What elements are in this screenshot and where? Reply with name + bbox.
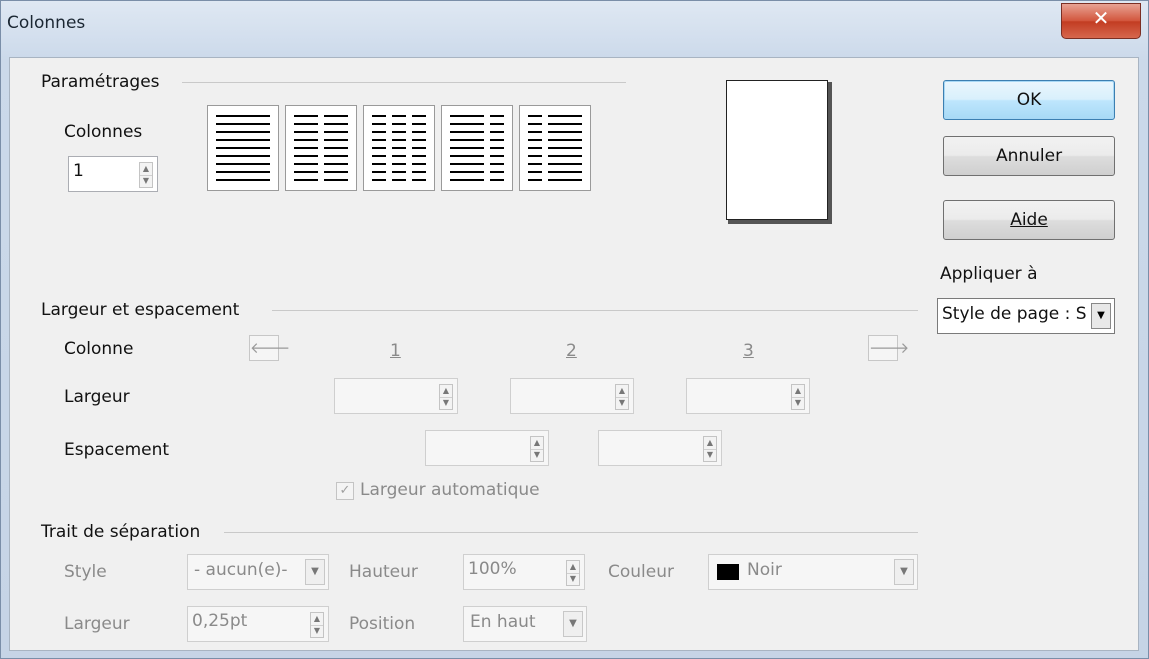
separator-width-label: Largeur: [64, 614, 130, 634]
separator-style-value: - aucun(e)-: [194, 560, 288, 580]
separator-width-spinbox[interactable]: 0,25pt ▲ ▼: [187, 606, 329, 642]
separator-divider: [224, 532, 918, 533]
cancel-button[interactable]: Annuler: [943, 136, 1115, 176]
separator-position-select[interactable]: En haut ▼: [463, 606, 587, 642]
width-col1-spinbox[interactable]: ▲ ▼: [334, 378, 458, 414]
auto-width-label: Largeur automatique: [360, 480, 540, 500]
separator-height-label: Hauteur: [349, 562, 418, 582]
column-number-2: 2: [566, 341, 577, 361]
width-col3-spin-arrows[interactable]: ▲ ▼: [791, 384, 805, 410]
separator-color-select[interactable]: Noir ▼: [708, 554, 918, 590]
spacing-2-spin-arrows[interactable]: ▲ ▼: [703, 436, 717, 462]
spacing-label: Espacement: [64, 440, 170, 460]
preset-two-columns-left-wide[interactable]: [441, 105, 513, 191]
help-button-label: Aide: [1010, 210, 1048, 230]
help-button[interactable]: Aide: [943, 200, 1115, 240]
separator-color-value: Noir: [747, 560, 782, 580]
preset-three-columns[interactable]: [363, 105, 435, 191]
spin-down-icon[interactable]: ▼: [311, 625, 323, 637]
color-swatch: [717, 564, 739, 580]
columns-label: Colonnes: [64, 122, 143, 142]
ok-button[interactable]: OK: [943, 80, 1115, 120]
width-col2-spin-arrows[interactable]: ▲ ▼: [615, 384, 629, 410]
chevron-down-icon[interactable]: ▼: [305, 559, 325, 585]
apply-to-select[interactable]: Style de page : S ▼: [937, 298, 1115, 334]
title-bar[interactable]: Colonnes ✕: [1, 1, 1148, 57]
apply-to-value: Style de page : S: [942, 304, 1087, 324]
separator-position-value: En haut: [470, 612, 536, 632]
separator-height-spin-arrows[interactable]: ▲ ▼: [566, 560, 580, 586]
arrow-right-icon[interactable]: 🡒: [868, 335, 909, 361]
preset-one-column[interactable]: [207, 105, 279, 191]
close-icon: ✕: [1092, 6, 1110, 30]
spin-down-icon[interactable]: ▼: [704, 449, 716, 461]
arrow-left-icon[interactable]: 🡐: [249, 335, 290, 361]
chevron-down-icon[interactable]: ▼: [894, 559, 914, 585]
width-spacing-section-title: Largeur et espacement: [41, 300, 240, 320]
separator-width-spin-arrows[interactable]: ▲ ▼: [310, 612, 324, 638]
width-spacing-divider: [272, 310, 918, 311]
column-label: Colonne: [64, 339, 134, 359]
chevron-down-icon[interactable]: ▼: [1091, 303, 1111, 329]
column-number-1: 1: [390, 341, 401, 361]
spin-down-icon[interactable]: ▼: [531, 449, 543, 461]
columns-dialog: Colonnes ✕ Paramétrages Colonnes 1 ▲ ▼ O…: [0, 0, 1149, 659]
separator-color-label: Couleur: [608, 562, 674, 582]
separator-position-label: Position: [349, 614, 416, 634]
spin-down-icon[interactable]: ▼: [616, 397, 628, 409]
spacing-1-spinbox[interactable]: ▲ ▼: [425, 430, 549, 466]
separator-style-label: Style: [64, 562, 107, 582]
settings-divider: [182, 82, 626, 83]
width-label: Largeur: [64, 387, 130, 407]
columns-spin-arrows[interactable]: ▲ ▼: [139, 162, 153, 188]
spin-down-icon[interactable]: ▼: [140, 175, 152, 187]
columns-spinbox[interactable]: 1 ▲ ▼: [68, 156, 158, 192]
columns-value: 1: [73, 161, 84, 181]
close-button[interactable]: ✕: [1061, 3, 1141, 39]
apply-to-label: Appliquer à: [940, 264, 1038, 284]
separator-style-select[interactable]: - aucun(e)- ▼: [187, 554, 329, 590]
width-col3-spinbox[interactable]: ▲ ▼: [686, 378, 810, 414]
settings-section-title: Paramétrages: [41, 72, 160, 92]
separator-section-title: Trait de séparation: [41, 522, 201, 542]
separator-width-value: 0,25pt: [192, 611, 248, 631]
separator-height-value: 100%: [468, 559, 517, 579]
column-number-3: 3: [743, 341, 754, 361]
window-title: Colonnes: [7, 13, 86, 33]
spin-down-icon[interactable]: ▼: [440, 397, 452, 409]
auto-width-checkbox[interactable]: ✓: [336, 482, 354, 500]
spacing-1-spin-arrows[interactable]: ▲ ▼: [530, 436, 544, 462]
preset-two-columns-right-wide[interactable]: [519, 105, 591, 191]
width-col1-spin-arrows[interactable]: ▲ ▼: [439, 384, 453, 410]
dialog-content: Paramétrages Colonnes 1 ▲ ▼ OK Annuler Ai…: [9, 57, 1139, 651]
page-preview: [726, 80, 828, 220]
spin-down-icon[interactable]: ▼: [792, 397, 804, 409]
width-col2-spinbox[interactable]: ▲ ▼: [510, 378, 634, 414]
spin-down-icon[interactable]: ▼: [567, 573, 579, 585]
chevron-down-icon[interactable]: ▼: [563, 611, 583, 637]
preset-two-columns[interactable]: [285, 105, 357, 191]
separator-height-spinbox[interactable]: 100% ▲ ▼: [463, 554, 585, 590]
spacing-2-spinbox[interactable]: ▲ ▼: [598, 430, 722, 466]
